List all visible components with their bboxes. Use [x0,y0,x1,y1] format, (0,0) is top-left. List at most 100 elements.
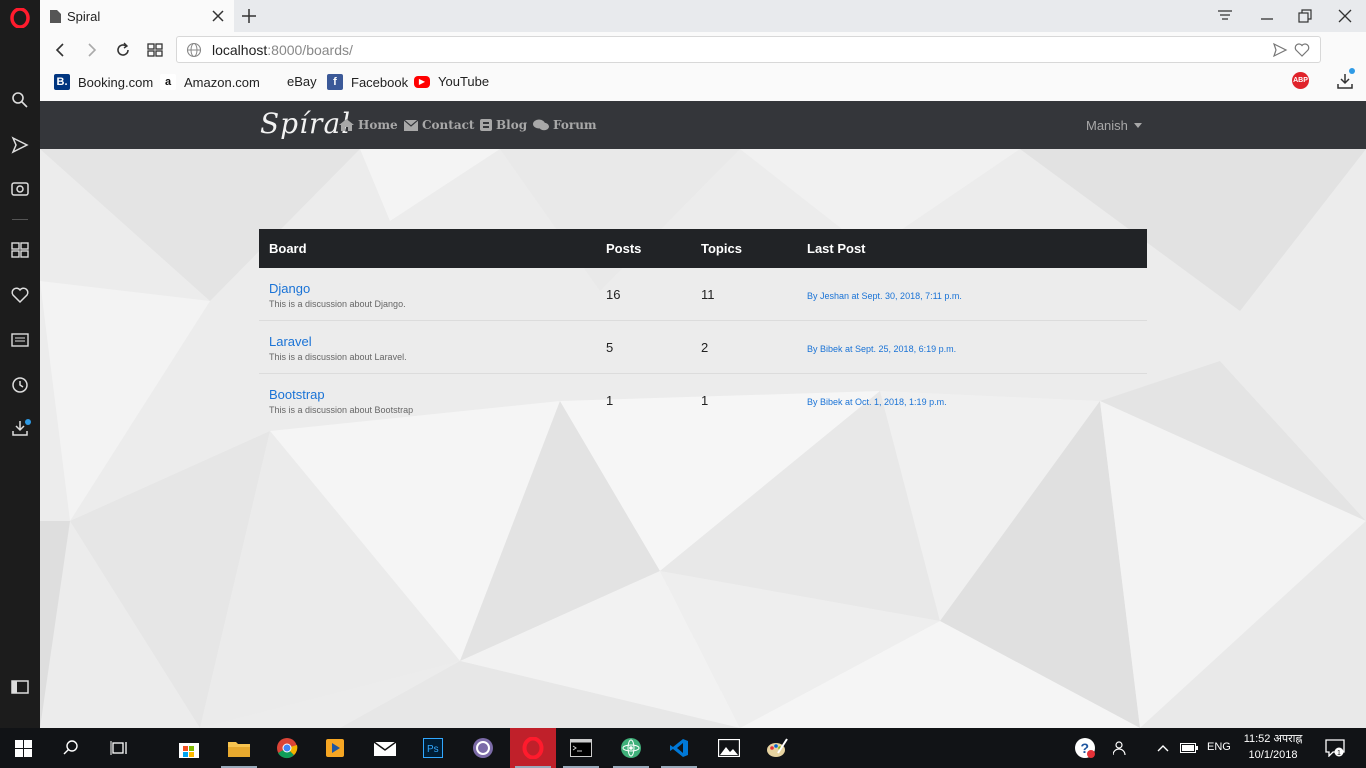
terminal-icon [570,739,592,757]
table-row: Bootstrap This is a discussion about Boo… [259,373,1147,426]
bookmarks-bar: B. Booking.com a Amazon.com eBay f Faceb… [40,68,1366,98]
nav-forum[interactable]: Forum [533,118,597,132]
topics-count: 11 [701,286,715,302]
windows-taskbar: Ps ? ENG 11:52 अपराह्न 10/1/2018 1 [0,728,1366,768]
taskbar-opera[interactable] [510,728,556,768]
torrent-icon [473,738,493,758]
taskbar-photos[interactable] [706,728,752,768]
browser-chrome: Spiral localhost:8000/boards/ ABP B. Boo… [40,0,1366,101]
last-post-link[interactable]: By Bibek at Oct. 1, 2018, 1:19 p.m. [807,397,947,407]
tray-clock[interactable]: 11:52 अपराह्न 10/1/2018 [1238,731,1308,763]
user-dropdown[interactable]: Manish [1086,118,1142,133]
taskbar-photoshop[interactable]: Ps [410,728,456,768]
tabs-grid-icon[interactable] [146,41,164,59]
history-clock-icon[interactable] [8,373,32,397]
tab-bar: Spiral [40,0,1366,32]
download-badge [25,419,31,425]
atom-icon [621,738,641,758]
bookmark-booking[interactable]: B. Booking.com [54,74,153,90]
search-button[interactable] [48,728,94,768]
taskbar-media[interactable] [312,728,358,768]
tray-language[interactable]: ENG [1207,741,1231,753]
nav-home[interactable]: Home [339,118,398,132]
header-topics: Topics [701,241,742,256]
tray-help[interactable]: ? [1062,728,1108,768]
taskbar-chrome[interactable] [264,728,310,768]
start-button[interactable] [0,728,46,768]
reload-icon[interactable] [114,41,132,59]
restore-icon[interactable] [1296,7,1314,25]
boards-table: Board Posts Topics Last Post Django This… [259,229,1147,426]
taskbar-torrent[interactable] [460,728,506,768]
send-to-flow-icon[interactable] [1272,42,1288,58]
forward-icon[interactable] [82,41,100,59]
action-center-button[interactable]: 1 [1312,728,1358,768]
site-brand[interactable]: Spíral [260,107,351,140]
posts-count: 1 [596,373,691,426]
browser-tab[interactable]: Spiral [40,0,234,32]
close-tab-icon[interactable] [210,8,226,24]
bookmark-ebay[interactable]: eBay [265,74,317,89]
nav-contact[interactable]: Contact [404,118,474,132]
last-post-link[interactable]: By Jeshan at Sept. 30, 2018, 7:11 p.m. [807,291,962,301]
task-view-button[interactable] [96,728,142,768]
news-icon[interactable] [8,328,32,352]
bookmarks-heart-icon[interactable] [8,283,32,307]
mail-icon [374,741,396,756]
tray-chevron[interactable] [1150,728,1176,768]
envelope-icon [404,119,418,131]
posts-count: 16 [606,286,621,302]
notification-icon: 1 [1325,739,1345,757]
chevron-up-icon [1157,745,1169,752]
address-bar[interactable]: localhost:8000/boards/ [176,36,1321,63]
board-link[interactable]: Laravel [269,334,586,349]
taskbar-mail[interactable] [362,728,408,768]
speed-dial-icon[interactable] [8,238,32,262]
header-board: Board [269,241,307,256]
board-cell: Bootstrap This is a discussion about Boo… [259,373,596,426]
new-tab-icon[interactable] [240,7,258,25]
table-header-row: Board Posts Topics Last Post [259,229,1147,268]
site-navbar: Spíral Home Contact Blog Forum Manish [40,101,1366,149]
camera-icon[interactable] [8,176,32,200]
youtube-icon: ▶ [414,75,430,88]
opera-logo-icon[interactable] [10,8,30,28]
tray-battery[interactable] [1176,728,1202,768]
board-link[interactable]: Bootstrap [269,387,586,402]
ebay-icon [265,75,279,89]
board-link[interactable]: Django [269,281,586,296]
taskbar-terminal[interactable] [558,728,604,768]
taskbar-vscode[interactable] [656,728,702,768]
nav-blog[interactable]: Blog [480,118,527,132]
photoshop-icon: Ps [423,738,443,758]
back-icon[interactable] [52,41,70,59]
search-icon [63,740,78,755]
bookmark-facebook[interactable]: f Facebook [327,74,408,90]
clock-date: 10/1/2018 [1248,749,1298,761]
tab-menu-icon[interactable] [1216,7,1234,25]
search-icon[interactable] [8,88,32,112]
photos-icon [718,739,740,757]
taskbar-store[interactable] [166,728,212,768]
close-window-icon[interactable] [1336,7,1354,25]
taskbar-atom[interactable] [608,728,654,768]
tray-people[interactable] [1106,728,1136,768]
amazon-icon: a [160,74,176,90]
bookmark-heart-icon[interactable] [1294,42,1310,58]
globe-icon [186,42,202,58]
taskbar-paint[interactable] [754,728,800,768]
last-post-link[interactable]: By Bibek at Sept. 25, 2018, 6:19 p.m. [807,344,956,354]
sidebar-toggle-icon[interactable] [8,675,32,699]
bookmark-youtube[interactable]: ▶ YouTube [414,74,489,89]
board-cell: Django This is a discussion about Django… [259,268,596,321]
svg-text:1: 1 [1337,750,1341,757]
minimize-icon[interactable] [1258,7,1276,25]
url-text[interactable]: localhost:8000/boards/ [212,42,353,58]
battery-icon [1180,743,1198,753]
taskbar-file-explorer[interactable] [216,728,262,768]
folder-icon [228,742,250,757]
task-view-icon [110,741,127,755]
send-icon[interactable] [8,133,32,157]
board-cell: Laravel This is a discussion about Larav… [259,320,596,374]
bookmark-amazon[interactable]: a Amazon.com [160,74,260,90]
